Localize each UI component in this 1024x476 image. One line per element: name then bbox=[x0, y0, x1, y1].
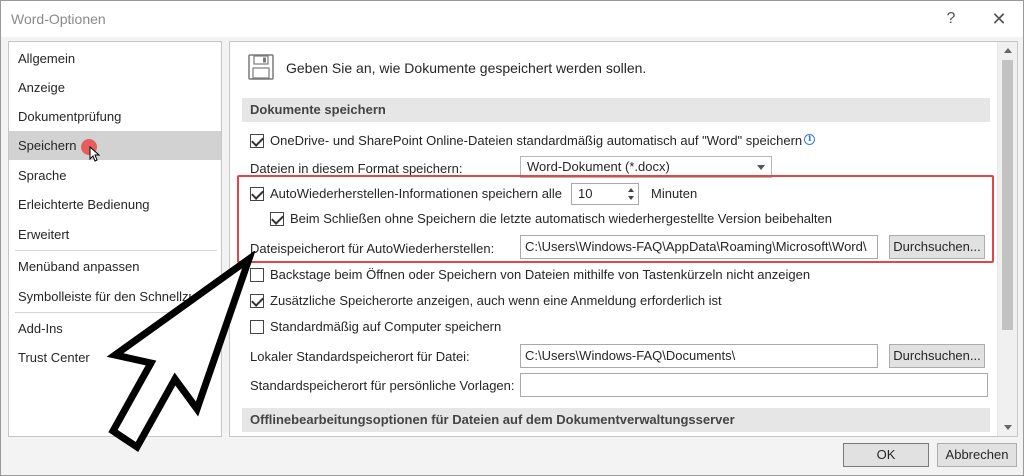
sidebar-item-trust-center[interactable]: Trust Center bbox=[9, 343, 221, 372]
floppy-disk-icon bbox=[248, 54, 274, 80]
sidebar-item-add-ins[interactable]: Add-Ins bbox=[9, 314, 221, 343]
browse-autorecover-button[interactable]: Durchsuchen... bbox=[889, 235, 985, 259]
save-to-computer-label: Standardmäßig auf Computer speichern bbox=[270, 319, 502, 334]
save-to-computer-checkbox[interactable] bbox=[250, 320, 264, 334]
autorecover-checkbox[interactable] bbox=[250, 187, 264, 201]
sidebar-item-allgemein[interactable]: Allgemein bbox=[9, 44, 221, 73]
vertical-scrollbar[interactable] bbox=[997, 42, 1017, 436]
close-button[interactable]: ✕ bbox=[985, 7, 1013, 31]
sidebar-divider bbox=[15, 250, 217, 251]
section-header-dokumente-speichern: Dokumente speichern bbox=[242, 98, 990, 122]
sidebar-item-dokumentpruefung[interactable]: Dokumentprüfung bbox=[9, 102, 221, 131]
dialog-title: Word-Optionen bbox=[11, 11, 106, 27]
autorecover-label: AutoWiederherstellen-Informationen speic… bbox=[270, 186, 562, 201]
sidebar-item-menueband-anpassen[interactable]: Menüband anpassen bbox=[9, 252, 221, 281]
save-options-panel: Geben Sie an, wie Dokumente gespeichert … bbox=[229, 41, 1018, 437]
spin-up-icon[interactable] bbox=[628, 188, 634, 192]
scrollbar-thumb[interactable] bbox=[1002, 60, 1013, 330]
autorecover-location-label: Dateispeicherort für AutoWiederherstelle… bbox=[250, 241, 495, 256]
scroll-down-icon[interactable] bbox=[1004, 425, 1012, 430]
local-default-location-label: Lokaler Standardspeicherort für Datei: bbox=[250, 349, 470, 364]
keep-last-autosaved-label: Beim Schließen ohne Speichern die letzte… bbox=[290, 211, 832, 226]
sidebar-item-erweitert[interactable]: Erweitert bbox=[9, 220, 221, 249]
page-header-text: Geben Sie an, wie Dokumente gespeichert … bbox=[286, 60, 647, 76]
spin-down-icon[interactable] bbox=[628, 196, 634, 200]
minutes-label: Minuten bbox=[651, 186, 698, 201]
scroll-up-icon[interactable] bbox=[1004, 48, 1012, 53]
personal-templates-label: Standardspeicherort für persönliche Vorl… bbox=[250, 378, 515, 393]
ok-button[interactable]: OK bbox=[843, 443, 929, 467]
browse-local-default-button[interactable]: Durchsuchen... bbox=[889, 344, 985, 368]
local-default-location-field[interactable]: C:\Users\Windows-FAQ\Documents\ bbox=[520, 344, 878, 368]
sidebar-item-anzeige[interactable]: Anzeige bbox=[9, 73, 221, 102]
additional-locations-label: Zusätzliche Speicherorte anzeigen, auch … bbox=[270, 293, 722, 308]
keep-last-autosaved-checkbox[interactable] bbox=[270, 212, 284, 226]
word-options-dialog: Word-Optionen ? ✕ Allgemein Anzeige Doku… bbox=[0, 0, 1024, 476]
backstage-checkbox[interactable] bbox=[250, 268, 264, 282]
help-button[interactable]: ? bbox=[939, 7, 963, 31]
autorecover-minutes-stepper[interactable]: 10 bbox=[571, 183, 639, 205]
personal-templates-field[interactable] bbox=[520, 373, 988, 397]
onedrive-autosave-label: OneDrive- und SharePoint Online-Dateien … bbox=[270, 132, 816, 150]
additional-locations-checkbox[interactable] bbox=[250, 294, 264, 308]
options-sidebar: Allgemein Anzeige Dokumentprüfung Speich… bbox=[8, 41, 222, 437]
onedrive-autosave-checkbox[interactable] bbox=[250, 134, 264, 148]
sidebar-item-symbolleiste[interactable]: Symbolleiste für den Schnellzugriff bbox=[9, 282, 221, 311]
sidebar-item-erleichterte-bedienung[interactable]: Erleichterte Bedienung bbox=[9, 190, 221, 219]
save-format-select[interactable]: Word-Dokument (*.docx) bbox=[520, 156, 772, 178]
backstage-label: Backstage beim Öffnen oder Speichern von… bbox=[270, 267, 811, 282]
info-icon[interactable]: i bbox=[804, 134, 816, 145]
mouse-pointer-icon bbox=[89, 146, 101, 162]
sidebar-item-sprache[interactable]: Sprache bbox=[9, 161, 221, 190]
sidebar-divider bbox=[15, 312, 217, 313]
save-format-label: Dateien in diesem Format speichern: bbox=[250, 161, 463, 176]
autorecover-location-field[interactable]: C:\Users\Windows-FAQ\AppData\Roaming\Mic… bbox=[520, 235, 878, 259]
sidebar-item-speichern[interactable]: Speichern bbox=[9, 131, 221, 160]
chevron-down-icon bbox=[757, 165, 765, 170]
cancel-button[interactable]: Abbrechen bbox=[937, 443, 1017, 467]
section-header-offline-editing: Offlinebearbeitungsoptionen für Dateien … bbox=[242, 408, 990, 432]
title-bar: Word-Optionen ? ✕ bbox=[1, 1, 1023, 37]
